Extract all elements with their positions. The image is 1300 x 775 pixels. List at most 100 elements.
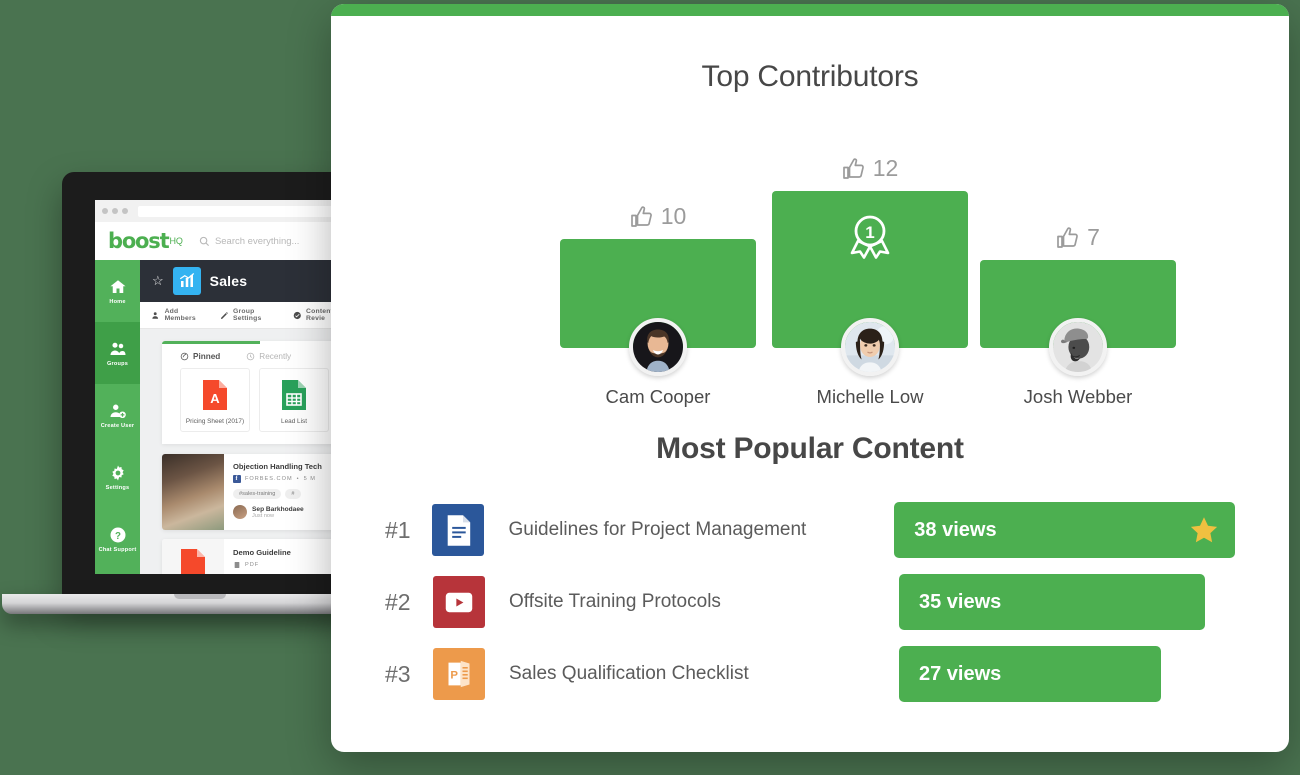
clock-icon (247, 352, 255, 361)
contributors-podium: 10 Cam Cooper 12 1 Michelle Low 7 Josh W… (385, 108, 1235, 408)
window-close-dot[interactable] (102, 208, 108, 214)
boosthq-logo[interactable]: boostHQ (108, 229, 183, 253)
post-body: Objection Handling Tech f FORBES.COM • 5… (224, 454, 328, 530)
avatar (233, 505, 247, 519)
avatar[interactable] (841, 318, 899, 376)
sidebar-item-groups[interactable]: Groups (95, 322, 140, 384)
search-input[interactable]: Search everything... (199, 235, 300, 247)
search-icon (199, 236, 209, 246)
contributor-name: Josh Webber (1023, 386, 1133, 407)
contributor-name: Michelle Low (816, 386, 924, 407)
file-list: A Pricing Sheet (2017) Lead List (162, 368, 352, 444)
popular-content-row[interactable]: #3 P Sales Qualification Checklist 27 vi… (385, 638, 1235, 710)
add-members-button[interactable]: Add Members (152, 308, 209, 322)
sidebar-item-chat-support[interactable]: ? Chat Support (95, 508, 140, 570)
document-icon (234, 562, 240, 568)
likes-count: 7 (980, 224, 1176, 251)
contributor-column: 12 1 Michelle Low (772, 155, 968, 408)
post-body: Demo Guideline PDF (224, 539, 291, 574)
laptop-lid: boostHQ Search everything... Home Groups… (62, 172, 352, 600)
popular-content-row[interactable]: #2 Offsite Training Protocols 35 views (385, 566, 1235, 638)
likes-count: 12 (772, 155, 968, 182)
svg-text:P: P (450, 669, 458, 681)
views-bar: 38 views (894, 502, 1235, 558)
first-place-medal-icon: 1 (850, 215, 890, 259)
views-count: 27 views (919, 662, 1002, 685)
contributor-bar: 1 (772, 191, 968, 376)
tab-recently[interactable]: Recently (246, 352, 291, 361)
pencil-icon (221, 311, 229, 319)
laptop-mockup: boostHQ Search everything... Home Groups… (2, 172, 414, 622)
powerpoint-icon: P (433, 648, 485, 700)
star-icon[interactable] (1189, 515, 1219, 545)
file-card[interactable]: Lead List (259, 368, 329, 432)
rank-label: #2 (385, 588, 411, 615)
sidebar-item-home[interactable]: Home (95, 260, 140, 322)
popular-content-row[interactable]: #1 Guidelines for Project Management 38 … (385, 494, 1235, 566)
tab-pinned[interactable]: Pinned (180, 352, 220, 361)
pdf-icon (181, 549, 205, 574)
gear-icon (111, 465, 124, 480)
tag-chip[interactable]: # (285, 489, 301, 499)
avatar-photo-josh-webber (1053, 322, 1103, 372)
spreadsheet-icon (281, 379, 307, 411)
svg-text:1: 1 (865, 223, 874, 242)
pdf-icon: A (202, 379, 228, 411)
post-card[interactable]: Demo Guideline PDF (162, 539, 352, 574)
facebook-icon: f (233, 475, 241, 483)
group-settings-button[interactable]: Group Settings (220, 308, 282, 322)
home-icon (110, 279, 125, 293)
groups-icon (110, 342, 125, 355)
create-user-icon (110, 404, 126, 418)
tag-chip[interactable]: #sales-training (233, 489, 282, 499)
group-avatar-icon (172, 267, 201, 295)
post-time: Just now (252, 512, 275, 519)
post-thumbnail (162, 539, 224, 574)
content-panel: Pinned Recently A Pricing Sheet (2017) L… (162, 341, 352, 444)
file-card[interactable]: A Pricing Sheet (2017) (180, 368, 250, 432)
contributor-column: 7 Josh Webber (980, 224, 1176, 408)
avatar[interactable] (1049, 318, 1107, 376)
sidebar: Home Groups Create User Settings ? Chat … (95, 260, 140, 574)
add-members-icon (152, 311, 159, 319)
logo-suffix: HQ (169, 236, 183, 246)
youtube-video-icon (433, 576, 485, 628)
favorite-star-icon[interactable]: ☆ (152, 273, 164, 289)
views-count: 38 views (914, 518, 997, 541)
window-minimize-dot[interactable] (112, 208, 118, 214)
avatar-photo-michelle-low (845, 322, 895, 372)
card-content: Top Contributors 10 Cam Cooper 12 1 Mich… (331, 60, 1289, 710)
browser-chrome (95, 200, 352, 222)
avatar[interactable] (629, 318, 687, 376)
contributor-name: Cam Cooper (605, 386, 711, 407)
chart-icon (179, 273, 194, 287)
content-name: Sales Qualification Checklist (509, 663, 749, 684)
window-maximize-dot[interactable] (122, 208, 128, 214)
avatar-photo-cam-cooper (633, 322, 683, 372)
likes-count: 10 (560, 203, 756, 230)
card-accent-bar (331, 4, 1289, 16)
app-header: boostHQ Search everything... (95, 222, 352, 260)
app-body: Home Groups Create User Settings ? Chat … (95, 260, 352, 574)
group-title: Sales (209, 273, 248, 289)
post-thumbnail (162, 454, 224, 530)
search-placeholder: Search everything... (214, 235, 300, 247)
contributor-column: 10 Cam Cooper (560, 203, 756, 408)
pin-icon (180, 352, 189, 361)
rank-label: #3 (385, 660, 411, 687)
sidebar-item-settings[interactable]: Settings (95, 446, 140, 508)
popular-content-list: #1 Guidelines for Project Management 38 … (385, 494, 1235, 710)
svg-text:?: ? (115, 530, 121, 541)
views-bar: 35 views (899, 574, 1205, 630)
contributor-bar (980, 260, 1176, 376)
views-count: 35 views (919, 590, 1002, 613)
thumbs-up-icon (630, 205, 652, 227)
address-bar[interactable] (138, 205, 345, 217)
post-card[interactable]: Objection Handling Tech f FORBES.COM • 5… (162, 454, 352, 530)
post-tags: #sales-training # (233, 489, 322, 499)
verified-icon (294, 311, 302, 319)
laptop-screen: boostHQ Search everything... Home Groups… (95, 200, 352, 574)
contributor-bar (560, 239, 756, 376)
thumbs-up-icon (1057, 226, 1079, 248)
sidebar-item-create-user[interactable]: Create User (95, 384, 140, 446)
